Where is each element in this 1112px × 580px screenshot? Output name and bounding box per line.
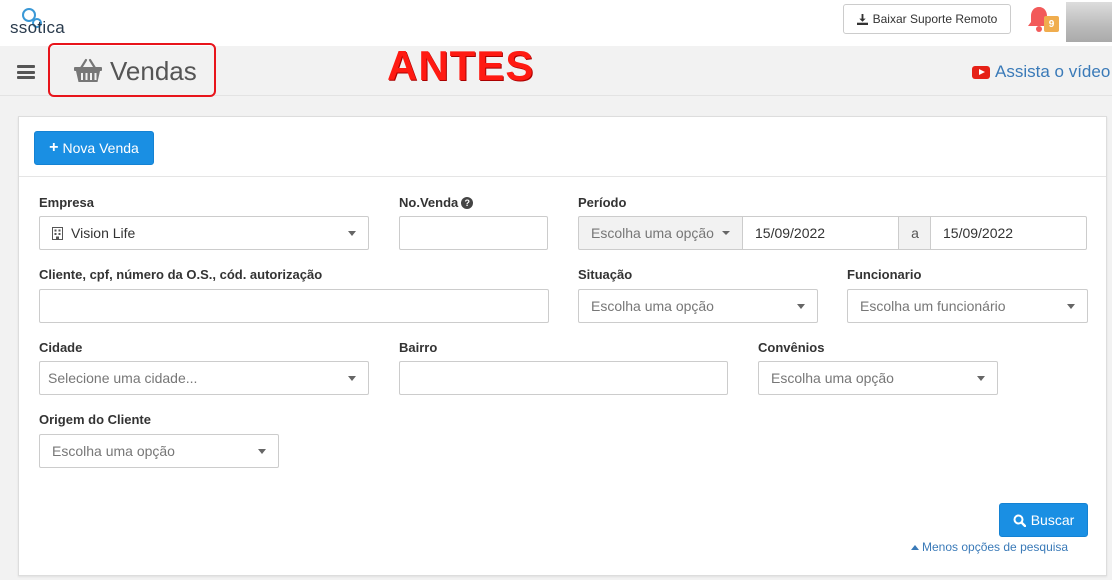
- chevron-down-icon: [348, 231, 356, 236]
- ssotica-logo[interactable]: ssotica: [10, 8, 74, 37]
- help-icon[interactable]: ?: [461, 197, 474, 209]
- cliente-input[interactable]: [39, 289, 549, 323]
- sales-search-panel: + Nova Venda Empresa Vision Life No.Vend…: [18, 116, 1107, 576]
- bairro-label: Bairro: [399, 340, 438, 355]
- chevron-down-icon: [797, 304, 805, 309]
- search-icon: [1013, 514, 1026, 527]
- no-venda-label: No.Venda?: [399, 195, 474, 210]
- convenios-select[interactable]: Escolha uma opção: [758, 361, 998, 395]
- periodo-date-from-value: 15/09/2022: [755, 225, 826, 241]
- periodo-separator: a: [899, 216, 931, 250]
- origem-select[interactable]: Escolha uma opção: [39, 434, 279, 468]
- funcionario-label: Funcionario: [847, 267, 922, 282]
- watch-video-link[interactable]: Assista o vídeo: [972, 62, 1110, 82]
- logo-text: ssotica: [10, 18, 66, 37]
- bairro-input[interactable]: [399, 361, 728, 395]
- download-remote-support-label: Baixar Suporte Remoto: [872, 12, 998, 26]
- shopping-basket-icon: [74, 58, 102, 82]
- download-remote-support-button[interactable]: Baixar Suporte Remoto: [843, 4, 1011, 34]
- page-title: Vendas: [110, 56, 197, 86]
- periodo-select-value: Escolha uma opção: [591, 225, 714, 241]
- new-sale-label: Nova Venda: [62, 140, 139, 156]
- funcionario-value: Escolha um funcionário: [860, 298, 1006, 314]
- situacao-value: Escolha uma opção: [591, 298, 714, 314]
- notification-count-badge: 9: [1044, 16, 1059, 32]
- building-icon: [52, 226, 63, 240]
- download-icon: [856, 13, 868, 25]
- periodo-date-to-value: 15/09/2022: [943, 225, 1014, 241]
- cliente-label: Cliente, cpf, número da O.S., cód. autor…: [39, 267, 323, 282]
- empresa-value: Vision Life: [71, 225, 136, 241]
- no-venda-input[interactable]: [399, 216, 548, 250]
- search-button[interactable]: Buscar: [999, 503, 1088, 537]
- convenios-label: Convênios: [758, 340, 825, 355]
- chevron-down-icon: [258, 449, 266, 454]
- periodo-date-to[interactable]: 15/09/2022: [930, 216, 1087, 250]
- caret-up-icon: [911, 544, 919, 550]
- search-button-label: Buscar: [1030, 512, 1075, 528]
- periodo-date-from[interactable]: 15/09/2022: [742, 216, 899, 250]
- less-options-label: Menos opções de pesquisa: [922, 540, 1069, 554]
- chevron-down-icon: [348, 376, 356, 381]
- periodo-label: Período: [578, 195, 627, 210]
- cidade-label: Cidade: [39, 340, 83, 355]
- panel-toolbar: + Nova Venda: [19, 117, 1106, 177]
- empresa-label: Empresa: [39, 195, 94, 210]
- before-annotation-label: ANTES: [387, 42, 535, 89]
- plus-icon: +: [49, 139, 59, 156]
- less-options-link[interactable]: Menos opções de pesquisa: [911, 540, 1068, 554]
- situacao-label: Situação: [578, 267, 633, 282]
- convenios-value: Escolha uma opção: [771, 370, 894, 386]
- origem-label: Origem do Cliente: [39, 412, 151, 427]
- user-avatar[interactable]: [1066, 2, 1112, 42]
- situacao-select[interactable]: Escolha uma opção: [578, 289, 818, 323]
- top-bar: ssotica Baixar Suporte Remoto 9: [0, 0, 1112, 46]
- cidade-value: Selecione uma cidade...: [48, 370, 198, 386]
- no-venda-label-text: No.Venda: [399, 195, 459, 210]
- chevron-down-icon: [1067, 304, 1075, 309]
- menu-toggle-icon[interactable]: [17, 65, 35, 79]
- origem-value: Escolha uma opção: [52, 443, 175, 459]
- page-header: Vendas ANTES Assista o vídeo: [0, 42, 1112, 97]
- periodo-select[interactable]: Escolha uma opção: [578, 216, 743, 250]
- cidade-select[interactable]: Selecione uma cidade...: [39, 361, 369, 395]
- new-sale-button[interactable]: + Nova Venda: [34, 131, 154, 165]
- funcionario-select[interactable]: Escolha um funcionário: [847, 289, 1088, 323]
- youtube-icon: [972, 65, 990, 79]
- empresa-select[interactable]: Vision Life: [39, 216, 369, 250]
- chevron-down-icon: [722, 231, 730, 235]
- watch-video-label: Assista o vídeo: [995, 62, 1111, 81]
- chevron-down-icon: [977, 376, 985, 381]
